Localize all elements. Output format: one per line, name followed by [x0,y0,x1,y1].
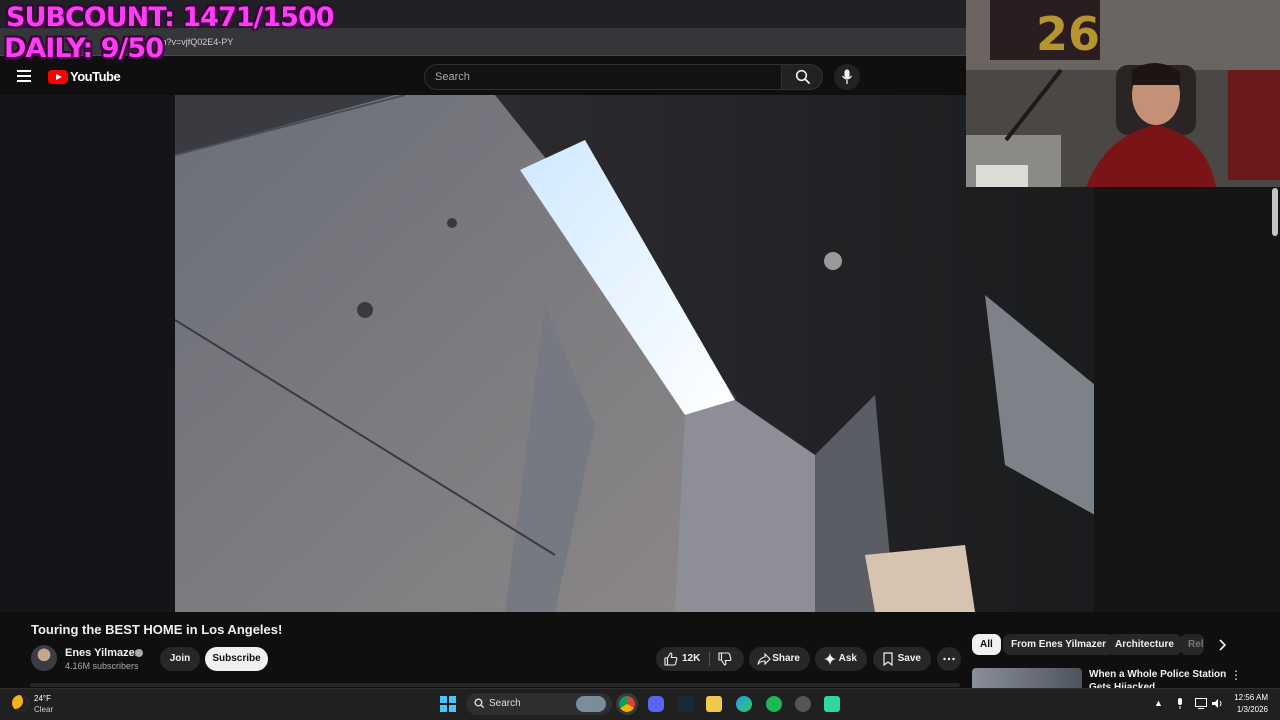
microphone-icon [841,69,853,84]
recommended-video-title[interactable]: When a Whole Police Station Gets Hijacke… [1089,668,1229,690]
webcam-overlay: 26 [966,0,1280,187]
share-label: Share [772,653,800,664]
page-scrollbar[interactable] [1272,188,1278,236]
youtube-logo-text[interactable]: YouTube [70,69,121,84]
subcount-overlay: SUBCOUNT: 1471/1500 [6,2,335,33]
video-frame-image[interactable] [175,95,1094,612]
ask-button[interactable]: Ask [815,647,867,671]
moon-weather-icon[interactable] [12,695,28,711]
bookmark-icon [883,652,893,666]
search-button[interactable] [781,64,823,90]
clock-date[interactable]: 1/3/2026 [1234,705,1268,714]
weather-condition[interactable]: Clear [34,705,53,714]
join-button[interactable]: Join [160,647,200,671]
windows-taskbar [0,688,1280,720]
kebab-menu-icon[interactable]: ⋮ [1230,668,1242,682]
save-label: Save [897,653,921,664]
channel-name[interactable]: Enes Yilmazer [65,647,139,659]
verified-icon [135,649,143,657]
voice-search-button[interactable] [834,64,860,90]
daily-overlay: DAILY: 9/50 [4,33,164,64]
steam-icon[interactable] [677,696,693,712]
hamburger-menu-icon[interactable] [17,70,31,82]
windows-start-icon[interactable] [440,696,456,712]
search-icon [795,69,810,84]
save-button[interactable]: Save [873,647,931,671]
thumbs-up-icon [664,652,678,666]
clock-time[interactable]: 12:56 AM [1234,693,1268,702]
channel-avatar[interactable] [31,645,57,671]
search-icon [474,698,485,709]
right-sidebar [1094,187,1280,612]
chip-from-enes-yilmazer[interactable]: From Enes Yilmazer [1003,634,1115,655]
edge-icon[interactable] [736,696,752,712]
file-explorer-icon[interactable] [706,696,722,712]
share-icon [757,652,771,666]
weather-temperature[interactable]: 24°F [34,694,51,703]
youtube-logo-icon[interactable] [48,70,68,84]
like-count: 12K [682,653,701,664]
sparkle-icon [824,653,836,665]
thumbs-down-icon[interactable] [718,652,732,666]
chrome-icon[interactable] [616,693,638,715]
microphone-tray-icon[interactable] [1175,698,1185,710]
recommended-video-thumbnail[interactable] [972,668,1082,690]
chip-all[interactable]: All [972,634,1001,655]
like-dislike-divider [709,652,710,666]
svg-text:26: 26 [1036,7,1100,61]
webcam-image: 26 [966,0,1280,187]
chip-related[interactable]: Rel [1180,634,1204,655]
volume-icon[interactable] [1212,698,1224,709]
chip-architecture[interactable]: Architecture [1107,634,1182,655]
taskbar-search-label: Search [489,698,521,709]
search-highlight-icon[interactable] [576,696,606,712]
search-input[interactable]: Search [424,64,782,90]
tray-chevron-up-icon[interactable]: ▲ [1154,698,1163,708]
spotify-icon[interactable] [766,696,782,712]
concrete-atrium-image [175,95,1094,612]
video-player[interactable] [0,95,1094,612]
network-icon[interactable] [1195,698,1207,709]
subscriber-count: 4.16M subscribers [65,661,139,671]
ask-label: Ask [838,653,857,664]
subscribe-button[interactable]: Subscribe [205,647,268,671]
like-button[interactable]: 12K [656,647,744,671]
description-box-edge [30,683,960,687]
chevron-right-icon[interactable] [1215,638,1229,652]
discord-icon[interactable] [648,696,664,712]
more-horizontal-icon [943,657,955,661]
more-actions-button[interactable] [937,647,961,671]
app-icon[interactable] [824,696,840,712]
video-title: Touring the BEST HOME in Los Angeles! [31,622,283,637]
obs-icon[interactable] [795,696,811,712]
share-button[interactable]: Share [749,647,810,671]
